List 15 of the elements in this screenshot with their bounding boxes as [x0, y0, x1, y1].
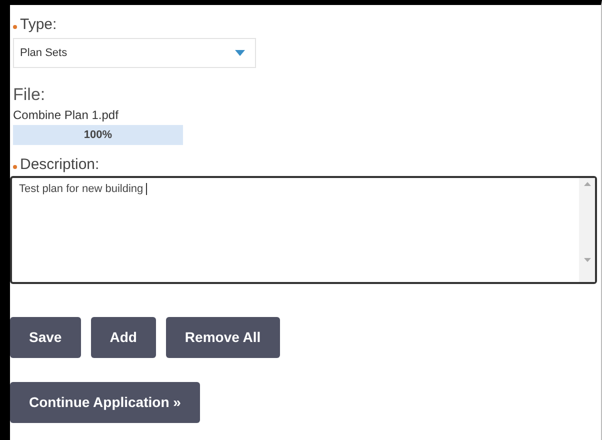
- continue-button[interactable]: Continue Application »: [10, 382, 200, 423]
- field-label: Description:: [20, 157, 100, 172]
- action-button[interactable]: Add: [90, 317, 156, 358]
- progress-reading: 100%: [82, 128, 114, 143]
- action-button[interactable]: Save: [10, 317, 81, 358]
- type-select[interactable]: Plan Sets: [13, 38, 256, 68]
- description-field[interactable]: Test plan for new building: [10, 176, 597, 284]
- dropdown-arrow-icon: [235, 50, 245, 56]
- file-name: Combine Plan 1.pdf: [13, 109, 120, 121]
- scroll-down-icon[interactable]: [584, 258, 590, 262]
- action-button[interactable]: Remove All: [166, 317, 280, 358]
- scrollbar[interactable]: [579, 178, 595, 282]
- scroll-up-icon[interactable]: [584, 182, 590, 186]
- field-label: Type:: [20, 17, 57, 32]
- field-label: File:: [13, 86, 46, 103]
